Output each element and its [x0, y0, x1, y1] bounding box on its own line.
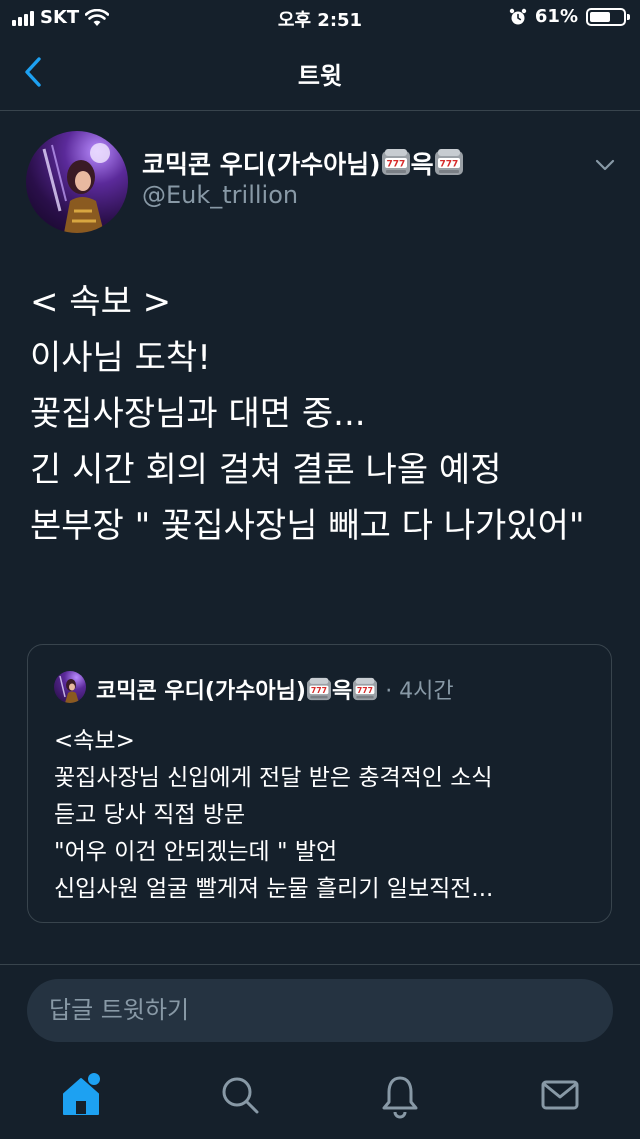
quoted-tweet[interactable]: 코믹콘 우디(가수아님) 777 윽 777 · 4시간 <속보> 꽃집사장님 … [27, 644, 612, 923]
status-right: 61% [509, 6, 630, 27]
alarm-clock-icon [509, 8, 527, 24]
slot-machine-icon: 777 [381, 149, 410, 175]
slot-machine-icon: 777 [434, 149, 463, 175]
divider [0, 964, 640, 965]
status-bar: SKT 오후 2:51 61% [0, 0, 640, 36]
quoted-author-avatar [54, 671, 86, 703]
quoted-author-name-middle: 윽 [331, 679, 353, 704]
author-name-text: 코믹콘 우디(가수아님) [142, 150, 381, 179]
reply-input[interactable]: 답글 트윗하기 [27, 979, 613, 1042]
tweet-text: < 속보 > 이사님 도착! 꽃집사장님과 대면 중... 긴 시간 회의 걸쳐… [30, 282, 585, 546]
quoted-timestamp: · 4시간 [385, 679, 454, 704]
svg-text:777: 777 [311, 686, 327, 695]
slot-machine-icon: 777 [353, 677, 378, 701]
notifications-icon [382, 1076, 418, 1119]
battery-fill [590, 11, 610, 22]
tab-messages[interactable] [535, 1070, 585, 1120]
page-title: 트윗 [297, 62, 343, 90]
tab-search[interactable] [215, 1070, 265, 1120]
quoted-header: 코믹콘 우디(가수아님) 777 윽 777 · 4시간 [96, 673, 454, 705]
svg-text:777: 777 [386, 160, 405, 170]
tab-home[interactable] [56, 1070, 106, 1120]
tab-notifications[interactable] [375, 1070, 425, 1120]
battery-icon [586, 7, 630, 26]
messages-icon [541, 1080, 579, 1110]
slot-machine-icon: 777 [306, 677, 331, 701]
author-avatar[interactable] [26, 131, 128, 233]
reply-placeholder: 답글 트윗하기 [49, 996, 190, 1024]
quoted-author-name: 코믹콘 우디(가수아님) [96, 679, 306, 704]
more-options-button[interactable] [592, 152, 618, 178]
home-icon [63, 1073, 100, 1115]
svg-text:777: 777 [439, 160, 458, 170]
chevron-down-icon [595, 159, 615, 171]
battery-percent: 61% [534, 6, 578, 27]
tab-bar [0, 1056, 640, 1139]
quoted-avatar-image [59, 675, 79, 703]
search-icon [222, 1077, 259, 1114]
author-name[interactable]: 코믹콘 우디(가수아님) 777 윽 777 [142, 145, 464, 181]
quoted-tweet-text: <속보> 꽃집사장님 신입에게 전달 받은 충격적인 소식 듣고 당사 직접 방… [54, 728, 494, 902]
author-handle[interactable]: @Euk_trillion [142, 181, 298, 209]
svg-text:777: 777 [357, 686, 373, 695]
avatar-image [42, 143, 110, 233]
author-name-middle: 윽 [410, 150, 434, 179]
navigation-bar: 트윗 [0, 36, 640, 111]
tweet-detail-screen: SKT 오후 2:51 61% 트윗 코믹콘 우디(가수아님) 777 윽 77… [0, 0, 640, 1139]
